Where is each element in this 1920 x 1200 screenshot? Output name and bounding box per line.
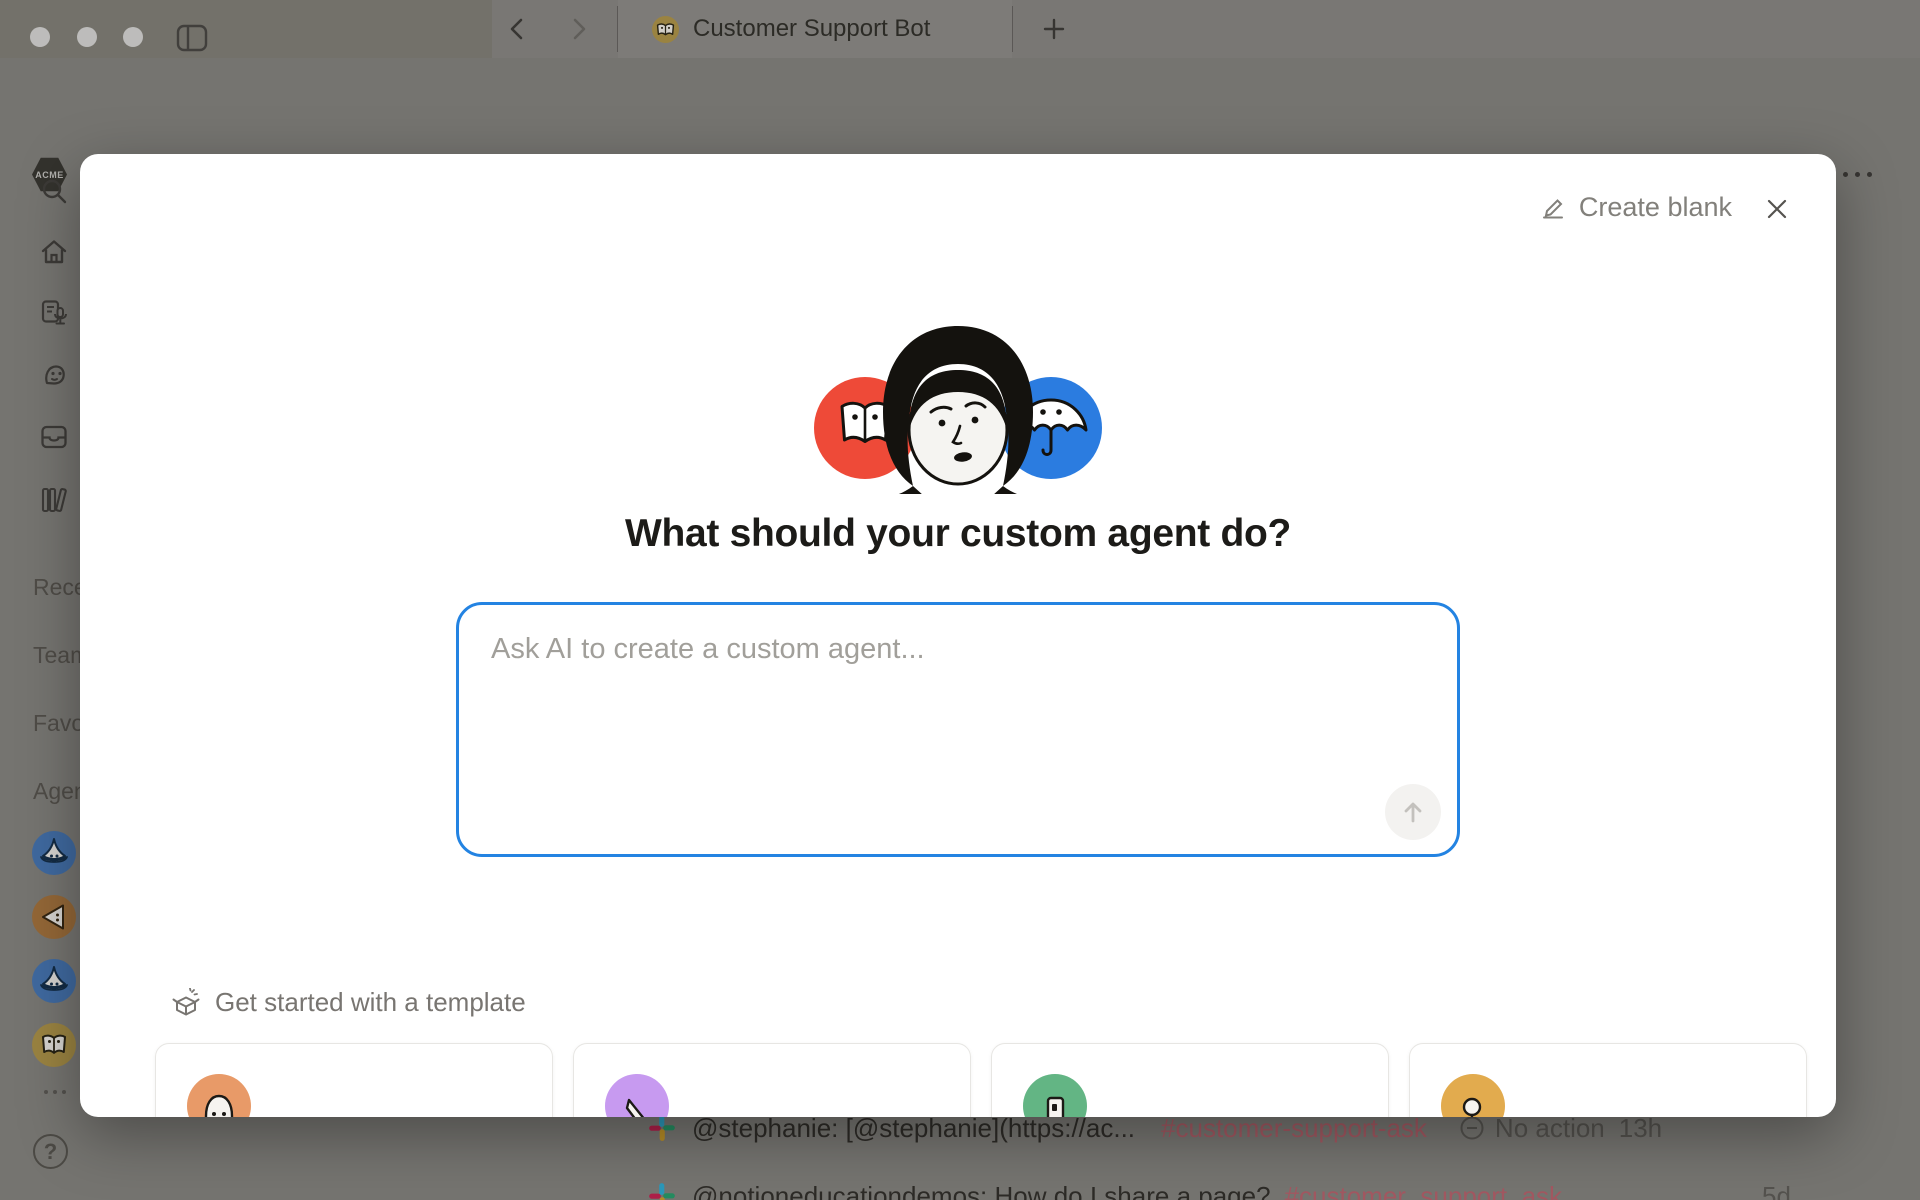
arrow-up-icon bbox=[1399, 798, 1427, 826]
template-avatar-orange bbox=[187, 1074, 251, 1117]
template-avatar-yellow bbox=[1441, 1074, 1505, 1117]
template-card[interactable] bbox=[573, 1043, 971, 1117]
modal-heading: What should your custom agent do? bbox=[80, 512, 1836, 556]
agent-prompt-input[interactable] bbox=[459, 605, 1457, 854]
create-agent-modal: Create blank bbox=[80, 154, 1836, 1117]
create-blank-button[interactable]: Create blank bbox=[1541, 192, 1732, 223]
template-section: Get started with a template bbox=[171, 987, 526, 1018]
screen: Customer Support Bot ACME Acme Labs bbox=[0, 0, 1920, 1200]
pencil-icon bbox=[1541, 195, 1567, 221]
agent-prompt-box bbox=[456, 602, 1460, 857]
template-section-label: Get started with a template bbox=[215, 987, 526, 1018]
template-card[interactable] bbox=[155, 1043, 553, 1117]
template-card[interactable] bbox=[1409, 1043, 1807, 1117]
close-icon[interactable] bbox=[1762, 194, 1792, 224]
submit-button[interactable] bbox=[1385, 784, 1441, 840]
template-card[interactable] bbox=[991, 1043, 1389, 1117]
template-box-icon bbox=[171, 988, 201, 1018]
agent-hero-illustration bbox=[803, 324, 1113, 494]
template-avatar-purple bbox=[605, 1074, 669, 1117]
template-avatar-green bbox=[1023, 1074, 1087, 1117]
create-blank-label: Create blank bbox=[1579, 192, 1732, 223]
